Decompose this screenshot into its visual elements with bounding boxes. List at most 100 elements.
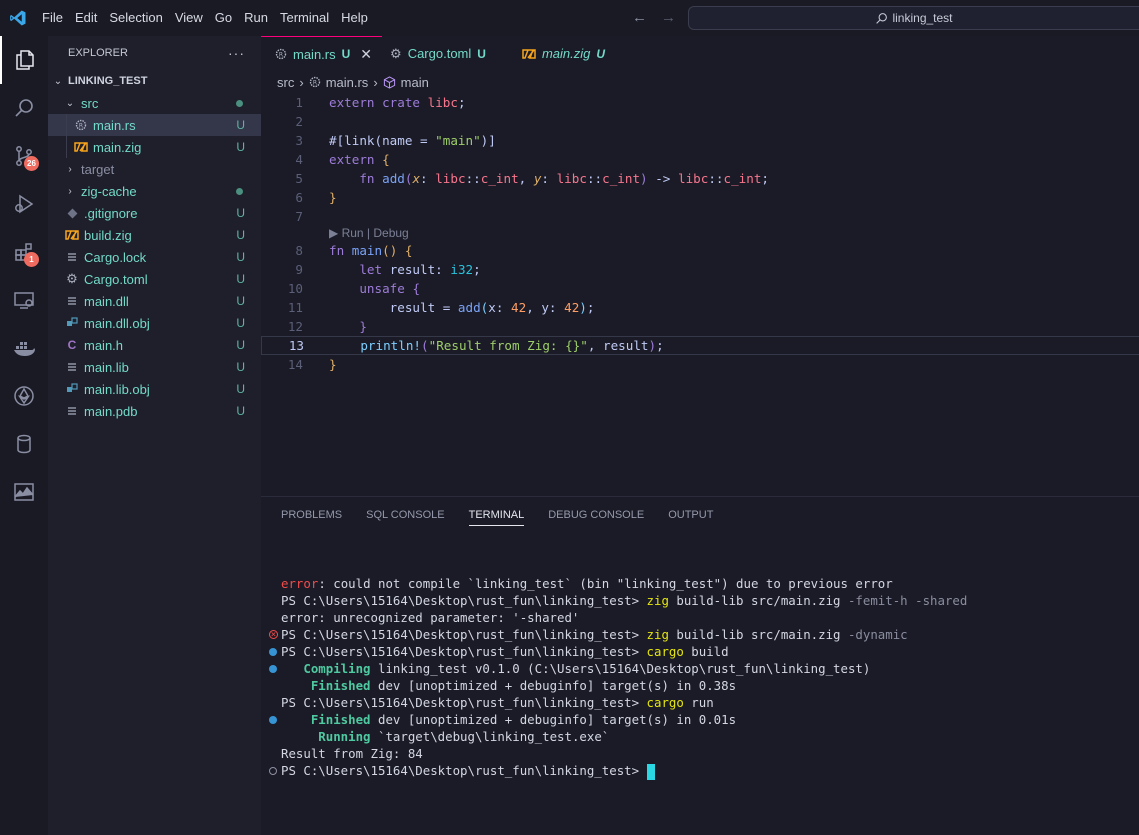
menu-file[interactable]: File — [36, 0, 69, 36]
tab-main-rs[interactable]: R main.rs U ✕ — [261, 36, 383, 71]
source-control-icon[interactable]: 26 — [0, 132, 48, 180]
menu-terminal[interactable]: Terminal — [274, 0, 335, 36]
terminal-cursor — [646, 763, 655, 780]
run-debug-codelens[interactable]: ▶ Run | Debug — [329, 226, 409, 240]
terminal-line: Finished dev [unoptimized + debuginfo] t… — [261, 677, 1139, 694]
tree-file-main-lib-obj[interactable]: main.lib.obj U — [48, 378, 261, 400]
terminal-line: Running `target\debug\linking_test.exe` — [261, 728, 1139, 745]
rust-file-icon: R — [275, 48, 287, 60]
chart-icon[interactable] — [0, 468, 48, 516]
activity-bar: 26 1 — [0, 36, 48, 835]
more-actions-icon[interactable]: ··· — [228, 45, 245, 61]
tree-file-cargo-toml[interactable]: ⚙ Cargo.toml U — [48, 268, 261, 290]
remote-explorer-icon[interactable] — [0, 276, 48, 324]
code-line: 3 #[link(name = "main")] — [261, 131, 1139, 150]
menu-go[interactable]: Go — [209, 0, 238, 36]
terminal-prompt: PS C:\Users\15164\Desktop\rust_fun\linki… — [281, 695, 647, 710]
line-number: 8 — [295, 243, 303, 258]
editor-tabs: R main.rs U ✕ ⚙ Cargo.toml U main.zig U — [261, 36, 1139, 71]
close-icon[interactable]: ✕ — [360, 46, 372, 63]
command-decoration-icon[interactable] — [269, 665, 277, 673]
svg-text:R: R — [279, 51, 283, 58]
terminal-command: zig — [646, 627, 669, 642]
terminal-command: cargo — [646, 644, 684, 659]
run-debug-icon[interactable] — [0, 180, 48, 228]
vscode-logo-icon — [0, 0, 36, 36]
tree-folder-target[interactable]: › target — [48, 158, 261, 180]
tab-terminal[interactable]: TERMINAL — [461, 497, 533, 533]
search-icon — [876, 12, 888, 24]
code-line: 1 extern crate libc; — [261, 93, 1139, 112]
back-arrow-icon[interactable]: ← — [632, 9, 647, 26]
code-line: 4 extern { — [261, 150, 1139, 169]
tree-item-label: .gitignore — [84, 205, 138, 221]
gear-icon: ⚙ — [390, 45, 402, 61]
tab-cargo-toml[interactable]: ⚙ Cargo.toml U — [382, 36, 496, 71]
nav-arrows: ← → — [632, 9, 676, 26]
command-center-search[interactable]: linking_test — [688, 6, 1139, 30]
extensions-icon[interactable]: 1 — [0, 228, 48, 276]
error-decoration-icon[interactable] — [269, 627, 278, 643]
search-sidebar-icon[interactable] — [0, 84, 48, 132]
menu-selection[interactable]: Selection — [103, 0, 168, 36]
tree-folder-zig-cache[interactable]: › zig-cache — [48, 180, 261, 202]
code-line: 10 unsafe { — [261, 279, 1139, 298]
tree-file-main-dll[interactable]: main.dll U — [48, 290, 261, 312]
code-line: 8 fn main() { — [261, 241, 1139, 260]
terminal-text: linking_test v0.1.0 (C:\Users\15164\Desk… — [370, 661, 871, 676]
modified-dot-icon — [236, 187, 243, 195]
command-decoration-icon[interactable] — [269, 716, 277, 724]
command-decoration-icon[interactable] — [269, 648, 277, 656]
tree-file-main-lib[interactable]: main.lib U — [48, 356, 261, 378]
terminal-output[interactable]: error: could not compile `linking_test` … — [261, 575, 1139, 780]
tab-output[interactable]: OUTPUT — [660, 497, 721, 533]
terminal-prompt: PS C:\Users\15164\Desktop\rust_fun\linki… — [281, 644, 647, 659]
docker-icon[interactable] — [0, 324, 48, 372]
menu-help[interactable]: Help — [335, 0, 374, 36]
error-label: error — [281, 576, 319, 591]
menu-run[interactable]: Run — [238, 0, 274, 36]
tree-file-main-dll-obj[interactable]: main.dll.obj U — [48, 312, 261, 334]
tab-sql-console[interactable]: SQL CONSOLE — [358, 497, 452, 533]
line-number: 9 — [295, 262, 303, 277]
tree-item-label: main.lib.obj — [84, 381, 150, 397]
tree-file-main-h[interactable]: C main.h U — [48, 334, 261, 356]
chevron-right-icon: › — [299, 74, 304, 90]
tree-file-main-zig[interactable]: main.zig U — [48, 136, 261, 158]
tree-item-label: main.h — [84, 337, 124, 353]
tree-file-main-rs[interactable]: R main.rs U — [48, 114, 261, 136]
menu-bar: File Edit Selection View Go Run Terminal… — [36, 0, 374, 36]
code-editor[interactable]: 1 extern crate libc; 2 3 #[link(name = "ma… — [261, 93, 1139, 495]
terminal-line: PS C:\Users\15164\Desktop\rust_fun\linki… — [261, 762, 1139, 780]
tree-folder-src[interactable]: ⌄ src — [48, 92, 261, 114]
tab-status: U — [341, 47, 351, 61]
git-status-badge: U — [236, 250, 245, 264]
workspace-root[interactable]: ⌄ LINKING_TEST — [48, 70, 261, 92]
ethereum-icon[interactable] — [0, 372, 48, 420]
breadcrumb-file[interactable]: main.rs — [326, 75, 369, 90]
git-status-badge: U — [236, 140, 245, 154]
forward-arrow-icon[interactable]: → — [661, 9, 676, 26]
search-text: linking_test — [892, 11, 953, 25]
chevron-right-icon: › — [68, 163, 72, 175]
menu-edit[interactable]: Edit — [69, 0, 103, 36]
tree-file-cargo-lock[interactable]: Cargo.lock U — [48, 246, 261, 268]
code-text: } — [359, 319, 367, 334]
tree-file-gitignore[interactable]: .gitignore U — [48, 202, 261, 224]
terminal-text: dev [unoptimized + debuginfo] target(s) … — [370, 712, 737, 727]
breadcrumb-folder[interactable]: src — [277, 75, 294, 90]
empty-decoration-icon[interactable] — [269, 767, 277, 775]
terminal-keyword: Finished — [281, 678, 371, 693]
terminal-text: dev [unoptimized + debuginfo] target(s) … — [370, 678, 737, 693]
breadcrumb-symbol[interactable]: main — [401, 75, 429, 90]
tree-file-build-zig[interactable]: build.zig U — [48, 224, 261, 246]
terminal-keyword: Finished — [281, 712, 371, 727]
line-number: 4 — [295, 152, 303, 167]
tab-problems[interactable]: PROBLEMS — [273, 497, 350, 533]
database-icon[interactable] — [0, 420, 48, 468]
tab-main-zig[interactable]: main.zig U — [496, 36, 615, 71]
menu-view[interactable]: View — [169, 0, 209, 36]
explorer-icon[interactable] — [0, 36, 48, 84]
tab-debug-console[interactable]: DEBUG CONSOLE — [540, 497, 652, 533]
tree-file-main-pdb[interactable]: main.pdb U — [48, 400, 261, 422]
